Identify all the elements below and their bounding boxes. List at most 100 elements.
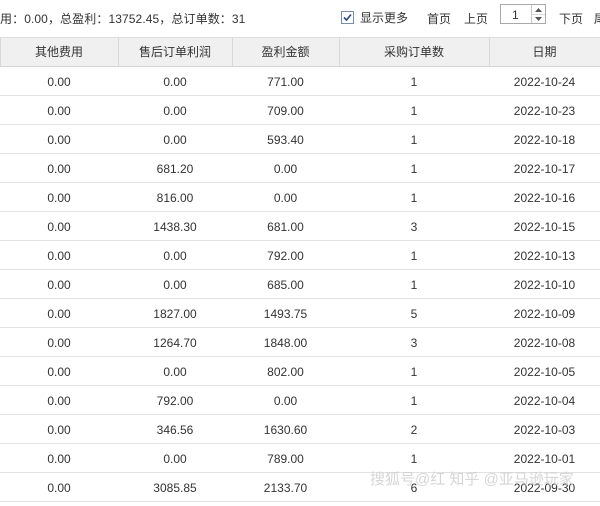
- cell-profit-amount: 802.00: [267, 365, 304, 379]
- column-divider: [0, 38, 1, 66]
- table-row[interactable]: 0.00 792.00 0.00 1 2022-10-04: [0, 386, 600, 415]
- cell-after-sales-profit: 792.00: [156, 394, 194, 408]
- cell-purchase-orders: 1: [410, 365, 418, 379]
- cell-date: 2022-10-18: [513, 133, 576, 147]
- table-header: 其他费用 售后订单利润 盈利金额 采购订单数 日期: [0, 37, 600, 67]
- cell-purchase-orders: 6: [410, 481, 418, 495]
- table-row[interactable]: 0.00 0.00 709.00 1 2022-10-23: [0, 96, 600, 125]
- cell-date: 2022-10-05: [513, 365, 576, 379]
- cell-purchase-orders: 5: [410, 307, 418, 321]
- header-date: 日期: [532, 45, 557, 59]
- cell-other-fees: 0.00: [47, 394, 71, 408]
- table-row[interactable]: 0.00 3085.85 2133.70 6 2022-09-30: [0, 473, 600, 502]
- cell-after-sales-profit: 0.00: [163, 365, 187, 379]
- cell-after-sales-profit: 3085.85: [153, 481, 197, 495]
- cell-after-sales-profit: 0.00: [163, 278, 187, 292]
- cell-other-fees: 0.00: [47, 336, 71, 350]
- cell-date: 2022-10-23: [513, 104, 576, 118]
- cell-purchase-orders: 1: [410, 394, 418, 408]
- cell-other-fees: 0.00: [47, 278, 71, 292]
- cell-date: 2022-10-24: [513, 75, 576, 89]
- cell-other-fees: 0.00: [47, 481, 71, 495]
- cell-date: 2022-10-04: [513, 394, 576, 408]
- cell-date: 2022-10-10: [513, 278, 576, 292]
- cell-purchase-orders: 1: [410, 104, 418, 118]
- cell-profit-amount: 789.00: [267, 452, 304, 466]
- first-page-link[interactable]: 首页: [427, 10, 451, 27]
- last-page-link[interactable]: 尾: [594, 10, 600, 27]
- table-row[interactable]: 0.00 1264.70 1848.00 3 2022-10-08: [0, 328, 600, 357]
- cell-profit-amount: 681.00: [267, 220, 304, 234]
- cell-date: 2022-10-15: [513, 220, 576, 234]
- cell-other-fees: 0.00: [47, 365, 71, 379]
- show-more-label: 显示更多: [360, 11, 409, 25]
- next-page-link[interactable]: 下页: [559, 10, 583, 27]
- cell-date: 2022-10-13: [513, 249, 576, 263]
- cell-purchase-orders: 1: [410, 162, 418, 176]
- toolbar: 用：0.00，总盈利：13752.45，总订单数：31 显示更多 首页 上页 1…: [0, 0, 600, 36]
- table-row[interactable]: 0.00 0.00 771.00 1 2022-10-24: [0, 67, 600, 96]
- page-number-input[interactable]: 1: [500, 4, 546, 24]
- cell-other-fees: 0.00: [47, 104, 71, 118]
- cell-profit-amount: 1848.00: [263, 336, 308, 350]
- cell-after-sales-profit: 816.00: [156, 191, 194, 205]
- column-divider: [339, 38, 340, 66]
- column-divider: [489, 38, 490, 66]
- cell-profit-amount: 593.40: [267, 133, 304, 147]
- cell-profit-amount: 0.00: [273, 394, 298, 408]
- cell-profit-amount: 1493.75: [263, 307, 308, 321]
- cell-after-sales-profit: 346.56: [156, 423, 194, 437]
- table-row[interactable]: 0.00 1438.30 681.00 3 2022-10-15: [0, 212, 600, 241]
- show-more-checkbox[interactable]: [341, 11, 354, 24]
- cell-other-fees: 0.00: [47, 162, 71, 176]
- table-row[interactable]: 0.00 0.00 593.40 1 2022-10-18: [0, 125, 600, 154]
- cell-other-fees: 0.00: [47, 191, 71, 205]
- cell-purchase-orders: 1: [410, 191, 418, 205]
- cell-purchase-orders: 1: [410, 249, 418, 263]
- arrow-up-icon: [535, 7, 542, 12]
- table-row[interactable]: 0.00 816.00 0.00 1 2022-10-16: [0, 183, 600, 212]
- cell-after-sales-profit: 0.00: [163, 452, 187, 466]
- cell-other-fees: 0.00: [47, 249, 71, 263]
- table-row[interactable]: 0.00 681.20 0.00 1 2022-10-17: [0, 154, 600, 183]
- column-divider: [232, 38, 233, 66]
- cell-date: 2022-10-03: [513, 423, 576, 437]
- table-row[interactable]: 0.00 0.00 685.00 1 2022-10-10: [0, 270, 600, 299]
- table-row[interactable]: 0.00 346.56 1630.60 2 2022-10-03: [0, 415, 600, 444]
- cell-other-fees: 0.00: [47, 133, 71, 147]
- cell-after-sales-profit: 1438.30: [153, 220, 197, 234]
- checkmark-icon: [343, 13, 352, 22]
- cell-profit-amount: 1630.60: [263, 423, 308, 437]
- cell-purchase-orders: 1: [410, 133, 418, 147]
- table-row[interactable]: 0.00 0.00 792.00 1 2022-10-13: [0, 241, 600, 270]
- cell-after-sales-profit: 1827.00: [153, 307, 197, 321]
- cell-other-fees: 0.00: [47, 220, 71, 234]
- cell-after-sales-profit: 0.00: [163, 104, 187, 118]
- cell-profit-amount: 771.00: [267, 75, 304, 89]
- cell-purchase-orders: 3: [410, 336, 418, 350]
- cell-date: 2022-09-30: [513, 481, 576, 495]
- page-number-value: 1: [512, 8, 519, 22]
- table-row[interactable]: 0.00 0.00 802.00 1 2022-10-05: [0, 357, 600, 386]
- arrow-down-icon: [535, 16, 542, 21]
- cell-other-fees: 0.00: [47, 307, 71, 321]
- show-more-toggle[interactable]: 显示更多: [341, 9, 408, 26]
- header-profit-amount: 盈利金额: [261, 45, 310, 59]
- header-other-fees: 其他费用: [34, 45, 83, 59]
- spin-down-button[interactable]: [532, 14, 545, 23]
- table-row[interactable]: 0.00 1827.00 1493.75 5 2022-10-09: [0, 299, 600, 328]
- prev-page-link[interactable]: 上页: [464, 10, 488, 27]
- cell-purchase-orders: 1: [410, 452, 418, 466]
- column-divider: [118, 38, 119, 66]
- summary-text: 用：0.00，总盈利：13752.45，总订单数：31: [0, 12, 246, 26]
- table-row[interactable]: 0.00 0.00 789.00 1 2022-10-01: [0, 444, 600, 473]
- cell-other-fees: 0.00: [47, 423, 71, 437]
- cell-purchase-orders: 3: [410, 220, 418, 234]
- cell-profit-amount: 2133.70: [263, 481, 308, 495]
- cell-purchase-orders: 1: [410, 75, 418, 89]
- table-body: 0.00 0.00 771.00 1 2022-10-24 0.00 0.00 709.00 1…: [0, 67, 600, 502]
- cell-after-sales-profit: 0.00: [163, 133, 187, 147]
- cell-purchase-orders: 1: [410, 278, 418, 292]
- cell-purchase-orders: 2: [410, 423, 418, 437]
- cell-profit-amount: 0.00: [273, 191, 298, 205]
